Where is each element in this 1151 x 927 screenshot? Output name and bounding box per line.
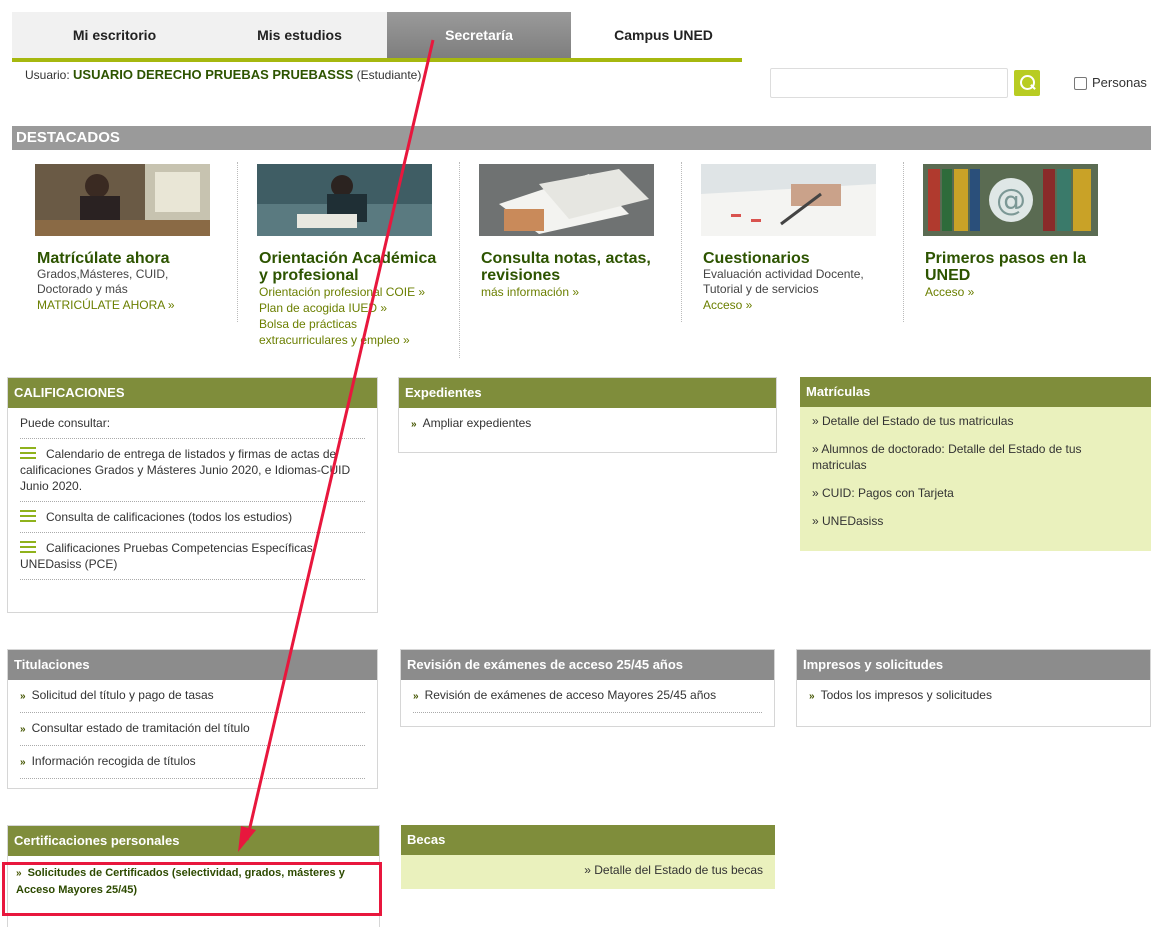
annotation-arrow-icon — [238, 39, 435, 852]
